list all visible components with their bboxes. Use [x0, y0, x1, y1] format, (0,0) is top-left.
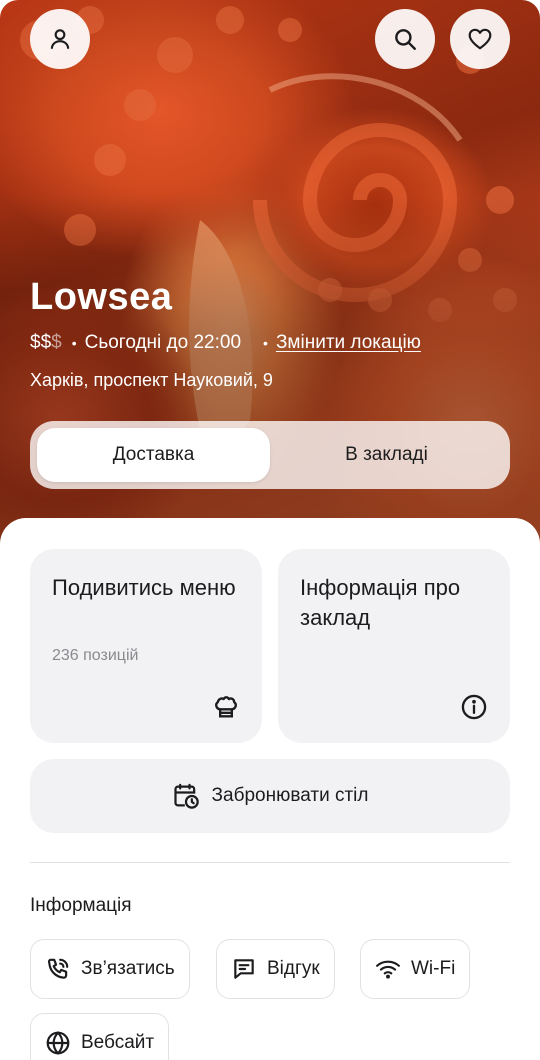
chef-hat-icon [215, 696, 237, 718]
wifi-chip[interactable]: Wi-Fi [360, 939, 471, 999]
order-mode-toggle: Доставка В закладі [30, 421, 510, 489]
view-menu-card[interactable]: Подивитись меню 236 позицій [30, 549, 262, 743]
separator-dot: • [263, 335, 268, 351]
change-location-link[interactable]: Змінити локацію [276, 332, 421, 354]
review-chip[interactable]: Відгук [216, 939, 335, 999]
restaurant-screen: Lowsea $$$ • Сьогодні до 22:00 • Змінити… [0, 0, 540, 1060]
message-icon [234, 959, 254, 979]
venue-info-card[interactable]: Інформація про заклад [278, 549, 510, 743]
price-level: $$$ [30, 332, 62, 354]
profile-button[interactable] [30, 9, 90, 69]
tab-in-venue[interactable]: В закладі [270, 428, 503, 482]
restaurant-address: Харків, проспект Науковий, 9 [30, 370, 273, 390]
wifi-label: Wi-Fi [411, 958, 456, 979]
menu-count: 236 позицій [52, 647, 139, 664]
search-button[interactable] [375, 9, 435, 69]
tab-delivery[interactable]: Доставка [37, 428, 270, 482]
review-label: Відгук [267, 958, 320, 979]
contact-chip[interactable]: Зв’язатись [30, 939, 190, 999]
restaurant-name: Lowsea [30, 276, 173, 318]
user-icon [50, 29, 70, 49]
heart-icon [468, 28, 492, 50]
globe-icon [46, 1031, 70, 1055]
divider [30, 862, 510, 863]
restaurant-meta: $$$ • Сьогодні до 22:00 • Змінити локаці… [30, 332, 421, 354]
phone-call-icon [47, 958, 69, 979]
separator-dot: • [71, 335, 77, 351]
view-menu-title: Подивитись меню [52, 575, 236, 600]
book-table-label: Забронювати стіл [211, 785, 369, 806]
website-label: Вебсайт [81, 1032, 155, 1053]
info-icon [461, 694, 487, 720]
search-icon [395, 29, 416, 50]
content-sheet: Подивитись меню 236 позицій Інформація п… [0, 518, 540, 1060]
venue-info-title: Інформація про заклад [300, 575, 461, 630]
calendar-clock-icon [173, 783, 199, 809]
info-section-title: Інформація [30, 895, 132, 916]
price-active: $$ [30, 332, 52, 353]
wifi-icon [376, 960, 400, 979]
favorite-button[interactable] [450, 9, 510, 69]
book-table-button[interactable]: Забронювати стіл [30, 759, 510, 833]
opening-hours: Сьогодні до 22:00 [84, 332, 242, 353]
website-chip[interactable]: Вебсайт [30, 1013, 170, 1060]
price-inactive: $ [51, 332, 62, 353]
contact-label: Зв’язатись [81, 958, 175, 979]
